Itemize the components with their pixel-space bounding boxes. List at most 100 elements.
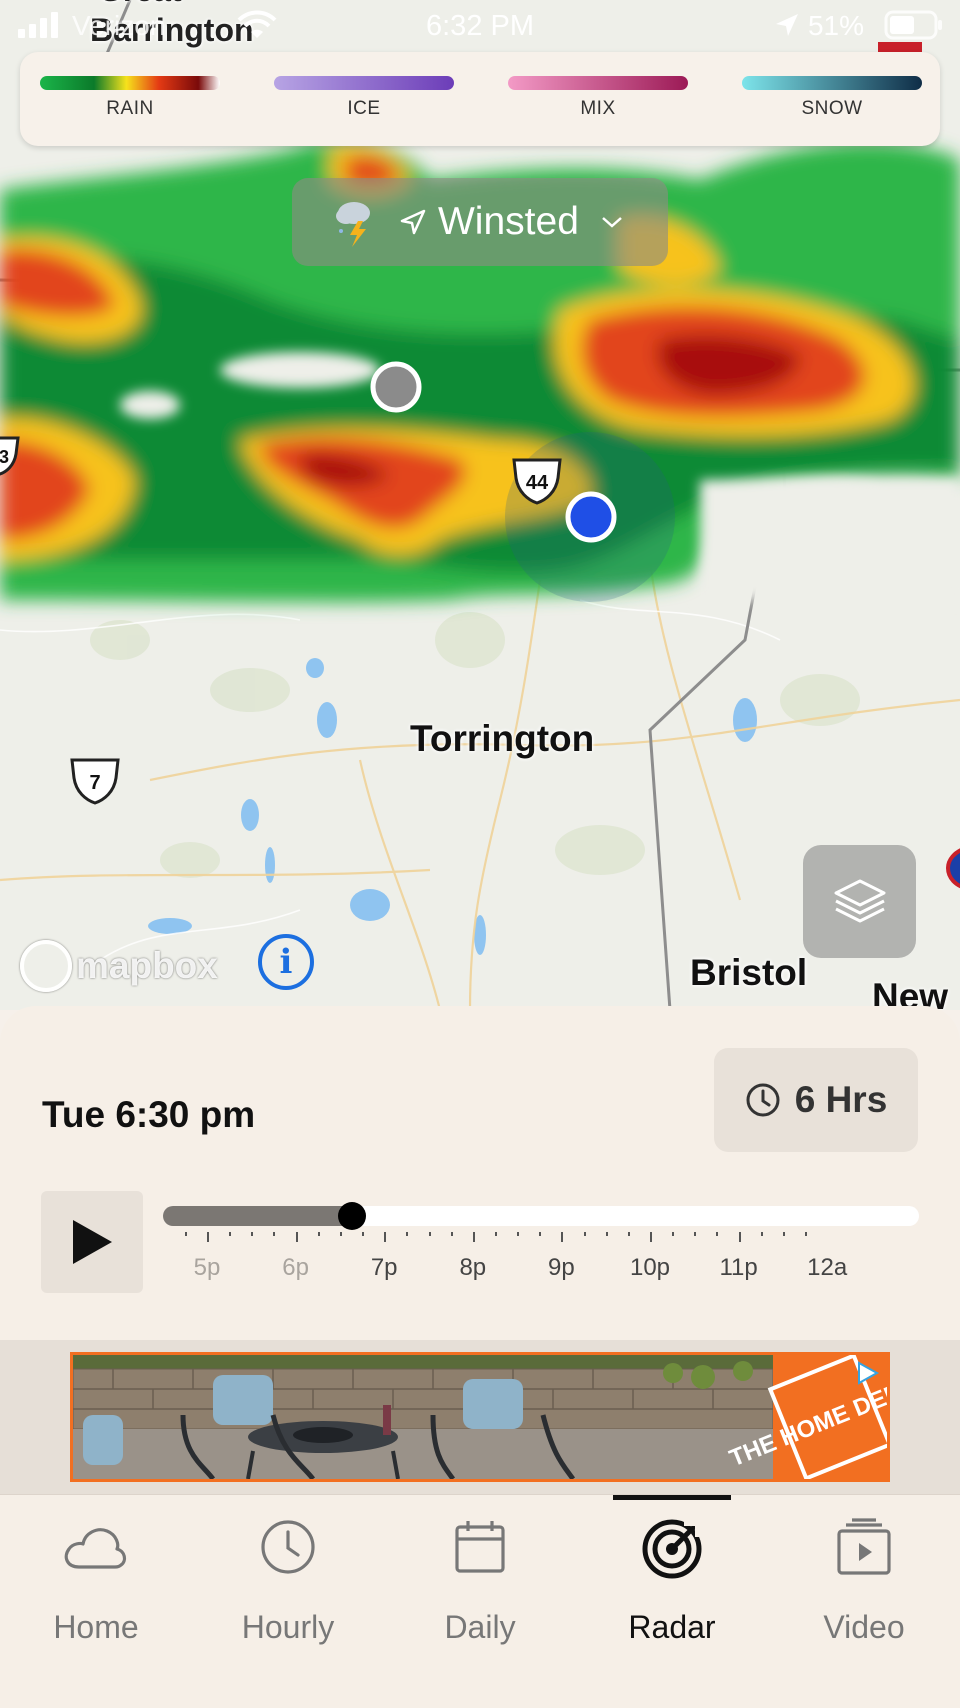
legend-rain-label: RAIN xyxy=(106,98,154,119)
legend-rain-bar xyxy=(40,76,220,90)
status-bar: Verizon 6:32 PM 51% xyxy=(0,0,960,52)
hour-label: 11p xyxy=(719,1254,758,1281)
legend-snow-bar xyxy=(742,76,922,90)
minor-tick xyxy=(229,1232,232,1236)
timeline-ticks xyxy=(163,1232,919,1246)
tab-daily[interactable]: Daily xyxy=(384,1495,576,1708)
minor-tick xyxy=(782,1232,785,1236)
svg-text:3: 3 xyxy=(0,447,9,467)
mapbox-wordmark: mapbox xyxy=(76,945,218,986)
legend-ice-bar xyxy=(274,76,454,90)
mapbox-logo-mark xyxy=(20,940,72,992)
tab-hourly-label: Hourly xyxy=(241,1609,335,1645)
ad-image: THE HOME DEPOT xyxy=(73,1355,887,1479)
place-label-torrington: Torrington xyxy=(410,718,595,759)
thunderstorm-icon xyxy=(336,202,370,247)
radar-map[interactable]: Great Barrington Torrington Bristol New … xyxy=(0,0,960,1010)
place-label-bristol: Bristol xyxy=(690,952,808,993)
minor-tick xyxy=(539,1232,542,1236)
major-tick xyxy=(384,1232,387,1242)
tab-video-label: Video xyxy=(823,1609,905,1645)
calendar-icon xyxy=(455,1521,505,1573)
radar-icon xyxy=(642,1519,702,1579)
active-tab-indicator xyxy=(613,1495,731,1500)
minor-tick xyxy=(317,1232,320,1236)
hour-label: 8p xyxy=(459,1254,487,1281)
tab-radar[interactable]: Radar xyxy=(576,1495,768,1708)
video-icon xyxy=(837,1518,891,1575)
us-7-shield: 7 xyxy=(68,756,122,811)
hour-label: 9p xyxy=(548,1254,575,1281)
major-tick xyxy=(207,1232,209,1242)
tab-home[interactable]: Home xyxy=(0,1495,192,1708)
legend-snow-label: SNOW xyxy=(801,98,863,119)
hour-label: 12a xyxy=(807,1254,848,1281)
minor-tick xyxy=(672,1232,675,1236)
precip-legend: RAIN ICE MIX SNOW xyxy=(20,52,940,146)
minor-tick xyxy=(517,1232,520,1236)
tab-home-label: Home xyxy=(53,1609,139,1645)
timeline-scrubber[interactable] xyxy=(163,1202,919,1230)
legend-mix-bar xyxy=(508,76,688,90)
play-icon xyxy=(73,1220,112,1264)
ad-banner[interactable]: THE HOME DEPOT xyxy=(70,1352,890,1482)
legend-ice: ICE xyxy=(274,76,454,120)
svg-text:7: 7 xyxy=(89,772,100,794)
hour-label: 5p xyxy=(193,1254,221,1281)
clock-icon xyxy=(746,1083,780,1117)
legend-snow: SNOW xyxy=(742,76,922,120)
bottom-tab-bar: Home Hourly Daily Radar Video xyxy=(0,1494,960,1708)
tab-radar-label: Radar xyxy=(628,1609,716,1645)
hour-label: 10p xyxy=(629,1254,671,1281)
time-range-label: 6 Hrs xyxy=(794,1079,888,1120)
minor-tick xyxy=(694,1232,697,1236)
minor-tick xyxy=(184,1232,187,1236)
time-range-button[interactable]: 6 Hrs xyxy=(714,1048,918,1152)
play-button[interactable] xyxy=(41,1191,143,1293)
minor-tick xyxy=(627,1232,630,1236)
minor-tick xyxy=(273,1232,276,1236)
us-44-shield: 44 xyxy=(510,456,564,511)
minor-tick xyxy=(406,1232,409,1236)
major-tick xyxy=(561,1232,564,1242)
mapbox-logo[interactable]: mapbox xyxy=(20,938,218,994)
major-tick xyxy=(472,1232,475,1242)
minor-tick xyxy=(428,1232,431,1236)
map-layers-button[interactable] xyxy=(803,845,916,958)
clock-icon xyxy=(261,1520,315,1574)
major-tick xyxy=(650,1232,652,1242)
major-tick xyxy=(738,1232,741,1242)
minor-tick xyxy=(716,1232,719,1236)
highway-shield-left: 3 xyxy=(0,434,22,483)
tab-daily-label: Daily xyxy=(444,1609,516,1645)
timeline-knob[interactable] xyxy=(338,1202,366,1230)
place-label-new: New xyxy=(872,976,949,1010)
radar-timeline-panel: Tue 6:30 pm 6 Hrs 5p 6p 7p 8p 9p 10p 11p 12a xyxy=(0,1006,960,1340)
interstate-shield xyxy=(945,846,960,895)
current-location-dot[interactable] xyxy=(565,491,617,543)
legend-mix-label: MIX xyxy=(580,98,616,119)
location-selector[interactable]: Winsted xyxy=(292,178,668,266)
legend-rain: RAIN xyxy=(40,76,220,120)
minor-tick xyxy=(760,1232,763,1236)
battery-icon xyxy=(884,10,942,40)
major-tick xyxy=(295,1232,298,1242)
location-services-icon xyxy=(776,14,798,36)
map-info-button[interactable]: i xyxy=(258,934,314,990)
tab-hourly[interactable]: Hourly xyxy=(192,1495,384,1708)
tab-video[interactable]: Video xyxy=(768,1495,960,1708)
minor-tick xyxy=(450,1232,453,1236)
hour-label: 7p xyxy=(370,1254,398,1281)
ad-container: THE HOME DEPOT xyxy=(0,1340,960,1494)
chevron-down-icon xyxy=(602,217,622,228)
minor-tick xyxy=(605,1232,608,1236)
minor-tick xyxy=(583,1232,586,1236)
location-name: Winsted xyxy=(438,200,579,243)
current-frame-time: Tue 6:30 pm xyxy=(42,1094,256,1135)
minor-tick xyxy=(805,1232,808,1236)
legend-mix: MIX xyxy=(508,76,688,120)
layers-icon xyxy=(834,879,885,922)
minor-tick xyxy=(362,1232,365,1236)
timeline-progress xyxy=(163,1206,352,1226)
secondary-location-dot[interactable] xyxy=(370,361,422,413)
